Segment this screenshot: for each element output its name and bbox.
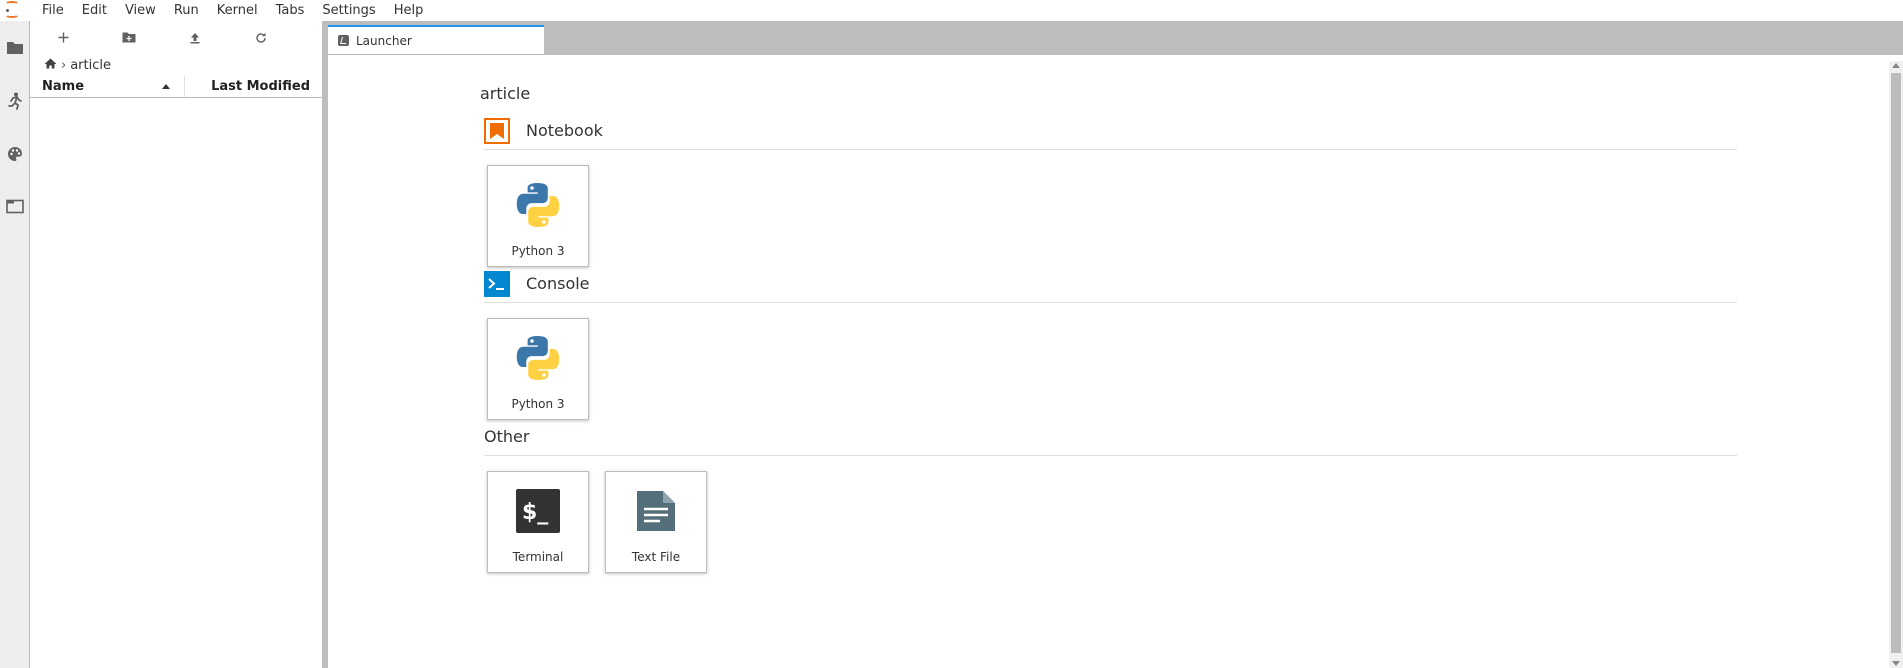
- notebook-python3-card[interactable]: Python 3: [487, 165, 589, 267]
- tab-bar: Launcher: [328, 21, 1903, 54]
- console-section-header: Console: [484, 265, 1737, 303]
- terminal-icon: $_: [512, 485, 564, 537]
- breadcrumb: › article: [30, 54, 322, 76]
- menu-settings[interactable]: Settings: [313, 0, 384, 21]
- plus-icon: [58, 32, 68, 43]
- scroll-up-arrow-icon[interactable]: [1892, 63, 1900, 68]
- section-title: Console: [526, 274, 590, 293]
- column-name-label: Name: [42, 79, 85, 94]
- file-browser-tab[interactable]: [0, 28, 29, 68]
- column-name-header[interactable]: Name: [30, 76, 185, 97]
- python-icon: [512, 179, 564, 231]
- running-icon: [7, 92, 22, 110]
- file-browser: › article Name Last Modified: [30, 21, 322, 668]
- scroll-down-arrow-icon[interactable]: [1892, 661, 1900, 666]
- new-folder-button[interactable]: [96, 21, 162, 54]
- open-tabs-tab[interactable]: [0, 186, 29, 226]
- refresh-button[interactable]: [228, 21, 294, 54]
- card-label: Python 3: [511, 244, 565, 258]
- card-label: Text File: [631, 550, 681, 564]
- menu-bar: File Edit View Run Kernel Tabs Settings …: [0, 0, 1903, 21]
- menu-file[interactable]: File: [30, 0, 73, 21]
- main-dock: Launcher article Notebook Python 3 Conso…: [328, 21, 1903, 668]
- folder-icon: [6, 42, 23, 54]
- launcher-top-border: [328, 54, 1903, 57]
- console-icon: [484, 270, 510, 297]
- activity-bar: [0, 21, 30, 668]
- new-launcher-button[interactable]: [30, 21, 96, 54]
- launcher-icon: [338, 35, 349, 46]
- menu-help[interactable]: Help: [385, 0, 433, 21]
- tabs-icon: [5, 199, 24, 213]
- section-title: Notebook: [526, 121, 603, 140]
- notebook-icon: [484, 117, 510, 144]
- breadcrumb-separator: ›: [61, 57, 67, 73]
- svg-text:$_: $_: [522, 500, 548, 525]
- running-sessions-tab[interactable]: [0, 81, 29, 121]
- home-icon[interactable]: [44, 58, 57, 73]
- refresh-icon: [256, 32, 266, 43]
- file-list-header: Name Last Modified: [30, 76, 322, 98]
- scrollbar-thumb[interactable]: [1891, 73, 1901, 653]
- jupyter-logo-icon: [0, 0, 30, 21]
- new-folder-icon: [122, 32, 136, 43]
- menu-kernel[interactable]: Kernel: [208, 0, 267, 21]
- upload-icon: [190, 32, 200, 43]
- column-modified-label: Last Modified: [211, 79, 310, 94]
- text-file-icon: [630, 485, 682, 537]
- launcher-scrollbar[interactable]: [1889, 61, 1903, 668]
- tab-launcher[interactable]: Launcher: [328, 25, 544, 54]
- upload-button[interactable]: [162, 21, 228, 54]
- console-python3-card[interactable]: Python 3: [487, 318, 589, 420]
- card-label: Terminal: [512, 550, 564, 564]
- launcher-panel: article Notebook Python 3 Console Python…: [328, 61, 1886, 668]
- card-label: Python 3: [511, 397, 565, 411]
- python-icon: [512, 332, 564, 384]
- notebook-section-header: Notebook: [484, 112, 1737, 150]
- launcher-cwd: article: [480, 84, 531, 103]
- breadcrumb-folder[interactable]: article: [70, 58, 111, 73]
- other-section-header: Other: [484, 418, 1737, 456]
- menu-run[interactable]: Run: [165, 0, 208, 21]
- property-inspector-tab[interactable]: [0, 134, 29, 174]
- file-browser-toolbar: [30, 21, 322, 54]
- section-title: Other: [484, 427, 530, 446]
- text-file-card[interactable]: Text File: [605, 471, 707, 573]
- sort-ascending-icon: [162, 84, 170, 89]
- menu-tabs[interactable]: Tabs: [267, 0, 314, 21]
- column-modified-header[interactable]: Last Modified: [185, 76, 322, 97]
- terminal-card[interactable]: $_ Terminal: [487, 471, 589, 573]
- menu-edit[interactable]: Edit: [73, 0, 116, 21]
- tab-label: Launcher: [356, 33, 412, 48]
- palette-icon: [7, 147, 22, 161]
- menu-view[interactable]: View: [116, 0, 165, 21]
